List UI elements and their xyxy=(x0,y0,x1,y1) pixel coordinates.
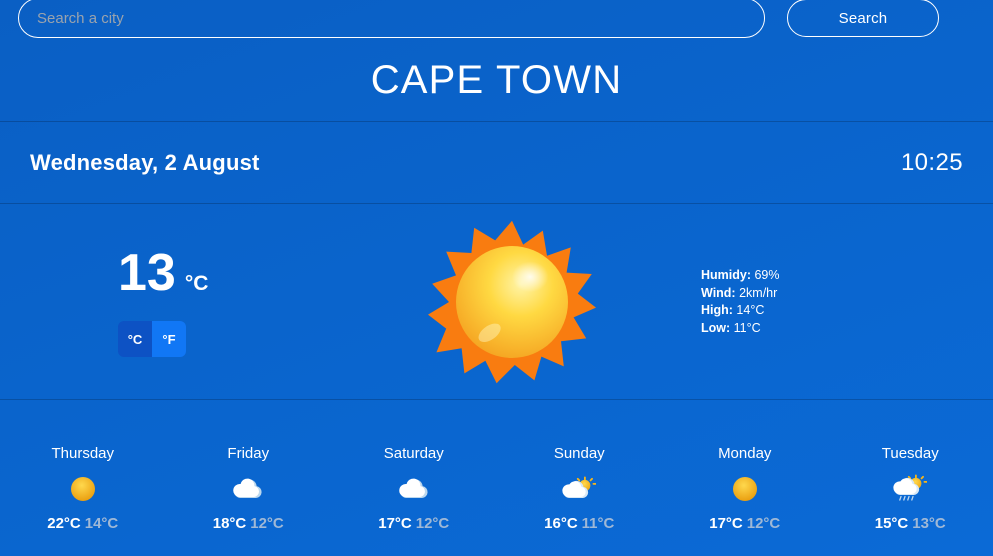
search-bar: Search xyxy=(0,0,993,42)
stat-low: Low: 11°C xyxy=(701,320,993,338)
forecast-low: 12°C xyxy=(746,515,781,532)
unit-toggle: °C °F xyxy=(118,321,186,357)
forecast-icon-container xyxy=(730,472,760,506)
stat-wind-label: Wind: xyxy=(701,285,736,300)
sun-icon xyxy=(70,477,95,501)
forecast-day-label: Tuesday xyxy=(881,445,939,462)
current-conditions: 13 °C °C °F Humidy: 69% Wind: 2km/hr Hig… xyxy=(0,205,993,400)
forecast-day-label: Thursday xyxy=(51,445,115,462)
stat-low-label: Low: xyxy=(701,320,731,335)
stat-wind-value: 2km/hr xyxy=(739,285,778,300)
forecast-temps: 22°C 14°C xyxy=(47,515,118,532)
temperature-value: 13 xyxy=(118,244,176,302)
search-input[interactable] xyxy=(18,0,765,38)
stat-high-label: High: xyxy=(701,303,733,317)
forecast-day-sunday[interactable]: Sunday 16°C 11°C xyxy=(497,445,663,532)
current-time: 10:25 xyxy=(900,148,963,176)
forecast-low: 13°C xyxy=(912,515,946,532)
weather-stats: Humidy: 69% Wind: 2km/hr High: 14°C Low:… xyxy=(693,267,993,337)
forecast-day-thursday[interactable]: Thursday 22°C 14°C xyxy=(0,445,166,532)
stat-wind: Wind: 2km/hr xyxy=(701,285,993,303)
forecast-low: 12°C xyxy=(250,515,284,532)
forecast-list: Thursday 22°C 14°C Friday 18°C 12°C Saturd… xyxy=(0,401,993,556)
forecast-day-label: Friday xyxy=(227,445,270,462)
temperature-unit: °C xyxy=(184,272,209,295)
forecast-day-label: Sunday xyxy=(553,445,605,462)
forecast-day-saturday[interactable]: Saturday 17°C 12°C xyxy=(331,445,497,532)
forecast-icon-container xyxy=(893,472,928,506)
forecast-high: 17°C xyxy=(709,515,743,532)
current-weather-icon-container xyxy=(330,218,693,386)
forecast-day-tuesday[interactable]: Tuesday 15°C 13°C xyxy=(828,445,993,532)
stat-humidity-label: Humidy: xyxy=(701,268,751,282)
search-button[interactable]: Search xyxy=(787,0,939,37)
fahrenheit-button[interactable]: °F xyxy=(152,321,186,357)
sun-behind-rain-icon xyxy=(893,474,928,501)
forecast-temps: 17°C 12°C xyxy=(709,515,780,532)
cloud-icon xyxy=(399,478,428,498)
datetime-bar: Wednesday, 2 August 10:25 xyxy=(0,121,993,204)
forecast-low: 11°C xyxy=(581,515,615,532)
celsius-button[interactable]: °C xyxy=(118,321,152,357)
forecast-day-monday[interactable]: Monday 17°C 12°C xyxy=(662,445,828,532)
current-temperature: 13 °C xyxy=(118,247,330,299)
forecast-icon-container xyxy=(398,472,430,506)
current-temperature-block: 13 °C °C °F xyxy=(0,247,330,357)
forecast-high: 15°C xyxy=(874,515,909,532)
current-date: Wednesday, 2 August xyxy=(30,149,260,175)
forecast-day-label: Monday xyxy=(718,445,772,462)
sun-icon xyxy=(427,220,596,384)
stat-humidity-value: 69% xyxy=(754,268,780,282)
stat-low-value: 11°C xyxy=(733,320,761,335)
forecast-high: 16°C xyxy=(544,515,578,532)
forecast-icon-container xyxy=(232,472,264,506)
forecast-temps: 17°C 12°C xyxy=(378,515,449,532)
sun-icon xyxy=(732,477,757,501)
forecast-icon-container xyxy=(68,472,98,506)
forecast-temps: 18°C 12°C xyxy=(213,515,284,532)
forecast-high: 17°C xyxy=(378,515,412,532)
page-title: CAPE TOWN xyxy=(370,58,623,102)
forecast-low: 14°C xyxy=(84,515,119,532)
stat-high: High: 14°C xyxy=(701,302,993,320)
stat-humidity: Humidy: 69% xyxy=(701,267,993,285)
sun-behind-cloud-icon xyxy=(562,476,597,498)
forecast-high: 22°C xyxy=(47,515,81,532)
stat-high-value: 14°C xyxy=(736,303,765,317)
forecast-day-label: Saturday xyxy=(383,445,444,462)
cloud-icon xyxy=(233,478,262,498)
forecast-icon-container xyxy=(562,472,597,506)
forecast-temps: 16°C 11°C xyxy=(544,515,614,532)
forecast-day-friday[interactable]: Friday 18°C 12°C xyxy=(166,445,332,532)
forecast-high: 18°C xyxy=(212,515,247,532)
forecast-temps: 15°C 13°C xyxy=(875,515,946,532)
forecast-low: 12°C xyxy=(415,515,450,532)
